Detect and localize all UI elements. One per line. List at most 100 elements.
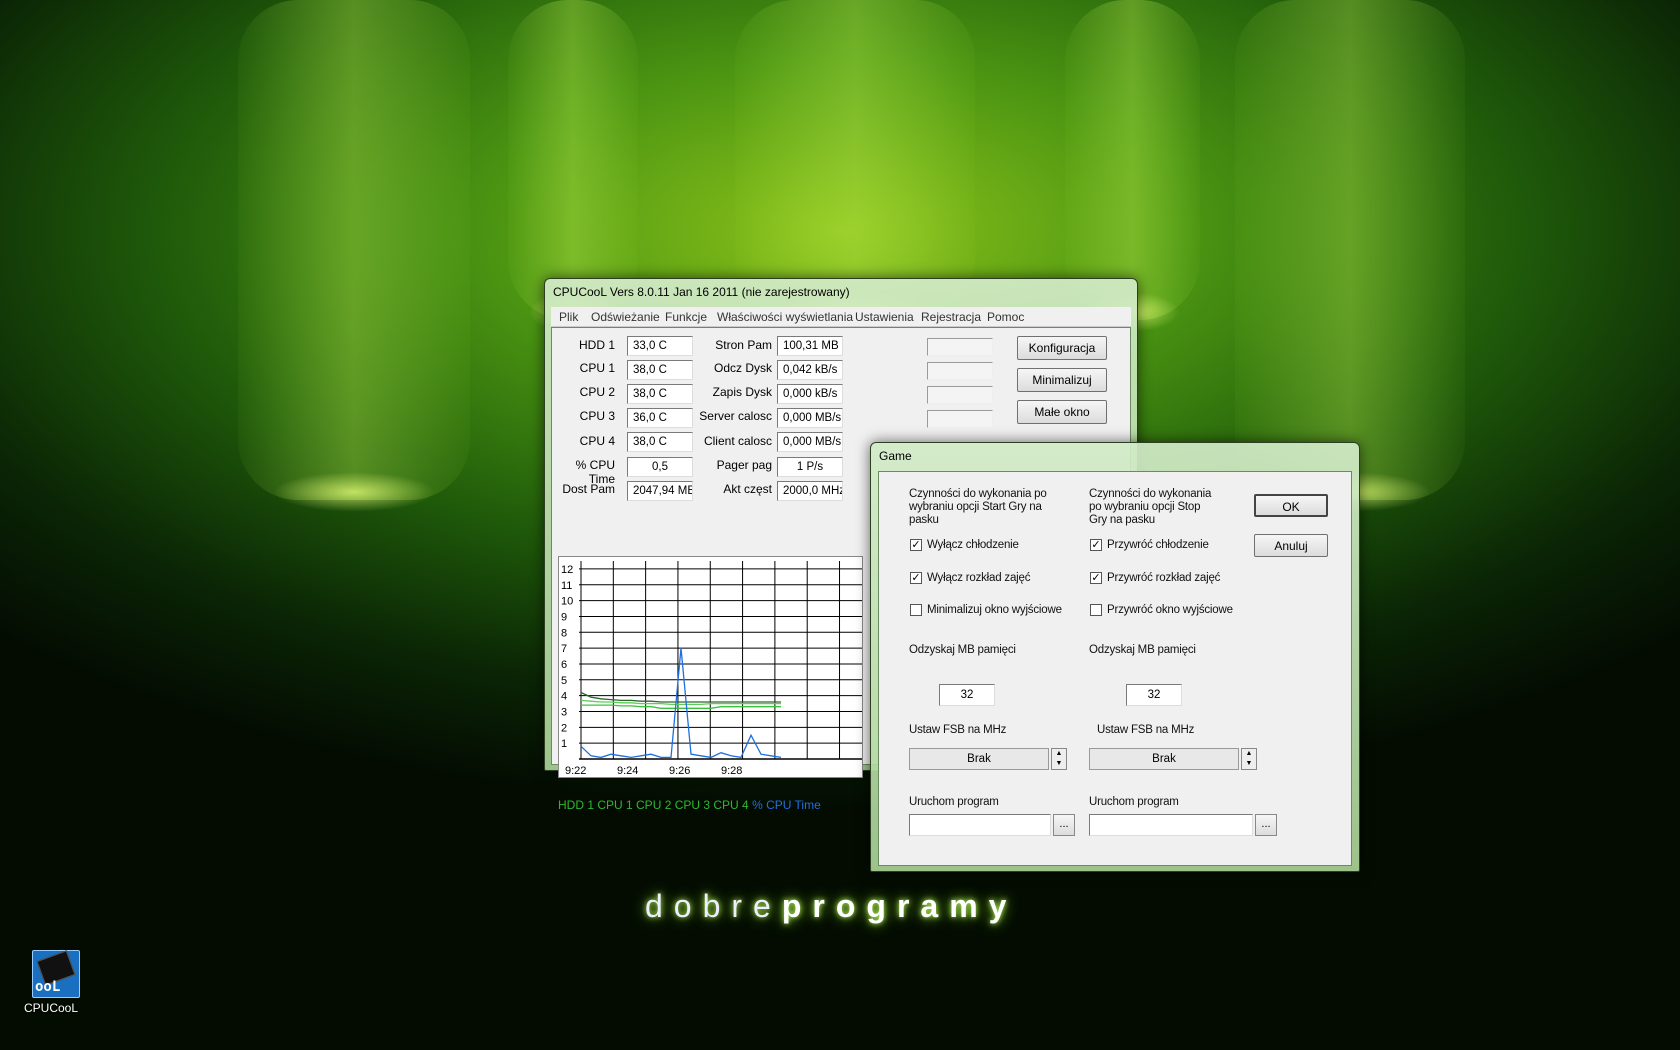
legend-temperatures: HDD 1 CPU 1 CPU 2 CPU 3 CPU 4: [558, 798, 749, 812]
background-tube: [735, 0, 975, 332]
label-akt-czest: Akt częst: [723, 482, 772, 496]
stop-heading: Czynności do wykonania po wybraniu opcji…: [1089, 488, 1212, 526]
background-tube: [1065, 0, 1200, 332]
x-tick-label: 9:22: [565, 765, 586, 777]
y-tick-label: 12: [561, 564, 573, 576]
empty-field: [927, 410, 993, 428]
value-zapis-dysk: 0,000 kB/s: [777, 384, 843, 404]
mem-input-2[interactable]: 32: [1126, 684, 1182, 706]
menu-bar: Plik Odświeżanie Funkcje Właściwości wyś…: [551, 307, 1131, 327]
label-server-calosc: Server calosc: [699, 409, 772, 423]
label-dost-pam: Dost Pam: [562, 482, 615, 496]
temperature-graph: 12 11 10 9 8 7 6 5 4 3 2 1 9:22 9:24 9:26 9:28: [558, 556, 863, 778]
cpucool-app-icon: ooL: [32, 950, 80, 998]
value-cpu4: 38,0 C: [627, 432, 693, 452]
menu-ustawienia[interactable]: Ustawienia: [855, 310, 914, 324]
y-tick-label: 7: [561, 643, 567, 655]
checkbox-minimalizuj-okno[interactable]: [910, 604, 922, 616]
value-hdd1: 33,0 C: [627, 336, 693, 356]
label-stron-pam: Stron Pam: [715, 338, 772, 352]
label-pager-pag: Pager pag: [716, 458, 772, 472]
run-input-2[interactable]: [1089, 814, 1253, 836]
empty-field: [927, 386, 993, 404]
value-stron-pam: 100,31 MB: [777, 336, 843, 356]
y-tick-label: 1: [561, 738, 567, 750]
checkbox-przywroc-okno[interactable]: [1090, 604, 1102, 616]
run-label-2: Uruchom program: [1089, 796, 1179, 808]
value-pager-pag: 1 P/s: [777, 457, 843, 477]
fsb-label-2: Ustaw FSB na MHz: [1097, 724, 1195, 736]
y-tick-label: 6: [561, 659, 567, 671]
run-label-1: Uruchom program: [909, 796, 999, 808]
game-client-area: Czynności do wykonania po wybraniu opcji…: [878, 471, 1352, 866]
game-dialog: Game Czynności do wykonania po wybraniu …: [870, 442, 1360, 872]
fsb-label-1: Ustaw FSB na MHz: [909, 724, 1007, 736]
cancel-button[interactable]: Anuluj: [1254, 534, 1328, 557]
y-tick-label: 10: [561, 596, 573, 608]
y-tick-label: 9: [561, 611, 567, 623]
menu-funkcje[interactable]: Funkcje: [665, 310, 707, 324]
browse-button-1[interactable]: ...: [1053, 814, 1075, 836]
label-cpu1: CPU 1: [579, 361, 615, 375]
label-przywroc-okno: Przywróć okno wyjściowe: [1107, 604, 1233, 616]
value-cpu2: 38,0 C: [627, 384, 693, 404]
value-server-calosc: 0,000 MB/s: [777, 408, 843, 428]
label-minimalizuj-okno: Minimalizuj okno wyjściowe: [927, 604, 1062, 616]
label-przywroc-rozklad: Przywróć rozkład zajęć: [1107, 572, 1221, 584]
value-cpu-time: 0,5: [627, 457, 693, 477]
window-title: CPUCooL Vers 8.0.11 Jan 16 2011 (nie zar…: [553, 285, 850, 299]
graph-legend: HDD 1 CPU 1 CPU 2 CPU 3 CPU 4 % CPU Time: [558, 798, 821, 812]
mem-label-1: Odzyskaj MB pamięci: [909, 644, 1016, 656]
checkbox-wylacz-rozklad[interactable]: ✓: [910, 572, 922, 584]
fsb-select-2[interactable]: Brak: [1089, 748, 1239, 770]
series-line: [580, 691, 781, 703]
y-tick-label: 2: [561, 722, 567, 734]
desktop-icon-cpucool[interactable]: ooL CPUCooL: [24, 950, 88, 1015]
menu-odswiezanie[interactable]: Odświeżanie: [591, 310, 660, 324]
desktop-icon-label: CPUCooL: [24, 1001, 79, 1015]
chart-svg: 12 11 10 9 8 7 6 5 4 3 2 1 9:22 9:24 9:26 9:28: [561, 561, 862, 777]
value-client-calosc: 0,000 MB/s: [777, 432, 843, 452]
checkbox-przywroc-chlodzenie[interactable]: ✓: [1090, 539, 1102, 551]
label-cpu3: CPU 3: [579, 409, 615, 423]
value-cpu3: 36,0 C: [627, 408, 693, 428]
fsb-select-1[interactable]: Brak: [909, 748, 1049, 770]
x-tick-label: 9:28: [721, 765, 742, 777]
empty-field: [927, 338, 993, 356]
menu-rejestracja[interactable]: Rejestracja: [921, 310, 981, 324]
value-cpu1: 38,0 C: [627, 360, 693, 380]
y-tick-label: 3: [561, 706, 567, 718]
label-client-calosc: Client calosc: [703, 434, 772, 448]
label-zapis-dysk: Zapis Dysk: [712, 385, 772, 399]
ok-button[interactable]: OK: [1254, 494, 1328, 517]
run-input-1[interactable]: [909, 814, 1051, 836]
y-tick-label: 4: [561, 691, 567, 703]
male-okno-button[interactable]: Małe okno: [1017, 400, 1107, 424]
background-tube: [1235, 0, 1465, 512]
fsb-spinner-2[interactable]: ▲ ▼: [1241, 748, 1257, 770]
menu-wlasciwosci[interactable]: Właściwości wyświetlania: [717, 310, 853, 324]
start-heading: Czynności do wykonania po wybraniu opcji…: [909, 488, 1047, 526]
menu-pomoc[interactable]: Pomoc: [987, 310, 1024, 324]
label-przywroc-chlodzenie: Przywróć chłodzenie: [1107, 539, 1209, 551]
y-tick-label: 11: [561, 580, 572, 592]
mem-input-1[interactable]: 32: [939, 684, 995, 706]
checkbox-wylacz-chlodzenie[interactable]: ✓: [910, 539, 922, 551]
checkbox-przywroc-rozklad[interactable]: ✓: [1090, 572, 1102, 584]
label-cpu4: CPU 4: [579, 434, 615, 448]
y-tick-label: 5: [561, 675, 567, 687]
value-odcz-dysk: 0,042 kB/s: [777, 360, 843, 380]
menu-plik[interactable]: Plik: [559, 310, 578, 324]
dialog-title: Game: [879, 449, 912, 463]
browse-button-2[interactable]: ...: [1255, 814, 1277, 836]
fsb-spinner-1[interactable]: ▲ ▼: [1051, 748, 1067, 770]
background-tube: [508, 0, 638, 332]
mem-label-2: Odzyskaj MB pamięci: [1089, 644, 1196, 656]
value-akt-czest: 2000,0 MHz: [777, 481, 843, 501]
series-line: [580, 648, 782, 759]
label-odcz-dysk: Odcz Dysk: [713, 361, 772, 375]
konfiguracja-button[interactable]: Konfiguracja: [1017, 336, 1107, 360]
minimalizuj-button[interactable]: Minimalizuj: [1017, 368, 1107, 392]
y-tick-label: 8: [561, 627, 567, 639]
legend-cpu-time: % CPU Time: [752, 798, 821, 812]
